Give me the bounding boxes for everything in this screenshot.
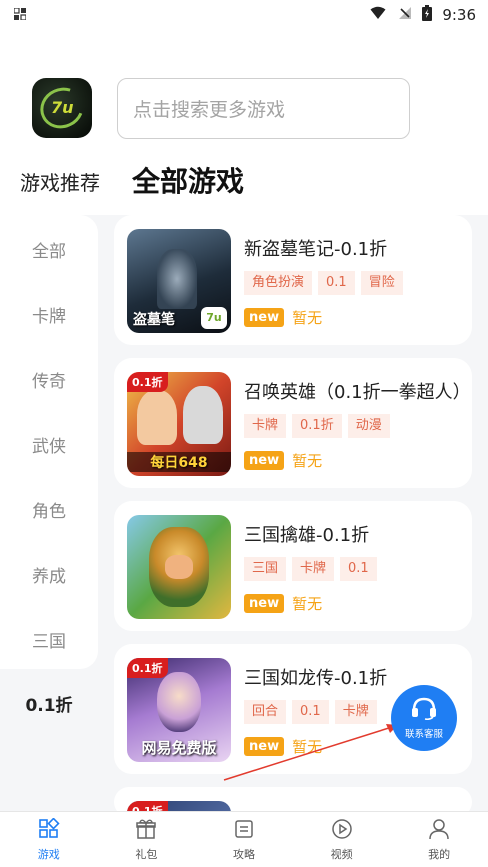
category-item-all[interactable]: 全部 [0,237,98,262]
thumb-title: 网易免费版 [141,739,217,757]
nav-label: 游戏 [37,847,60,861]
category-item-discount[interactable]: 0.1折 [0,691,98,716]
search-placeholder: 点击搜索更多游戏 [133,99,286,121]
status-text: 暂无 [292,595,323,613]
tag: 卡牌 [244,414,287,438]
nav-label: 我的 [428,847,451,861]
notification-icon [13,6,27,23]
tag: 冒险 [360,271,403,295]
tag: 角色扮演 [244,271,313,295]
video-icon [331,818,353,843]
tag: 动漫 [347,414,390,438]
game-title: 三国擒雄-0.1折 [244,525,370,546]
tag: 卡牌 [292,557,335,581]
tab-game-recommend[interactable]: 游戏推荐 [20,167,100,196]
nav-item-videos[interactable]: 视频 [293,812,391,867]
game-card[interactable]: 三国擒雄-0.1折 三国 卡牌 0.1 new 暂无 [114,501,472,631]
category-item-three-kingdoms[interactable]: 三国 [0,627,98,652]
gift-icon [135,818,157,843]
status-row: new 暂无 [244,593,322,614]
category-item-card[interactable]: 卡牌 [0,302,98,327]
discount-badge: 0.1折 [127,372,168,392]
status-text: 暂无 [292,309,323,327]
nav-label: 礼包 [135,847,158,861]
customer-service-label: 联系客服 [404,729,443,740]
category-sidebar: 全部 卡牌 传奇 武侠 角色 养成 三国 [0,215,98,669]
thumb-title: 每日648 [127,452,231,472]
game-title: 三国如龙传-0.1折 [244,668,388,689]
nav-item-games[interactable]: 游戏 [0,812,98,867]
customer-service-button[interactable]: 联系客服 [391,685,457,751]
games-icon [38,816,60,843]
no-signal-icon [396,6,412,24]
nav-label: 视频 [330,847,353,861]
nav-item-guides[interactable]: 攻略 [195,812,293,867]
tag-list: 卡牌 0.1折 动漫 [244,414,390,438]
tag-list: 三国 卡牌 0.1 [244,557,377,581]
app-logo: 7u [32,78,92,138]
search-input[interactable]: 点击搜索更多游戏 [117,78,410,139]
discount-badge: 0.1折 [127,658,168,678]
game-card[interactable]: 0.1折 每日648 召唤英雄（0.1折一拳超人） 卡牌 0.1折 动漫 new… [114,358,472,488]
bottom-nav: 游戏 礼包 攻略 视频 我的 [0,811,488,867]
category-item-rpg[interactable]: 角色 [0,497,98,522]
new-badge: new [244,308,285,327]
tag: 0.1 [318,271,355,295]
clock-time: 9:36 [442,6,476,24]
tag-list: 角色扮演 0.1 冒险 [244,271,403,295]
tab-all-games[interactable]: 全部游戏 [132,160,244,200]
headset-icon [410,696,438,724]
status-bar: 9:36 [0,0,488,30]
profile-icon [428,818,450,843]
wifi-icon [370,6,386,24]
game-title: 召唤英雄（0.1折一拳超人） [244,382,471,403]
tag: 0.1 [340,557,377,581]
game-card[interactable]: 盗墓笔 7u 新盗墓笔记-0.1折 角色扮演 0.1 冒险 new 暂无 [114,215,472,345]
guide-icon [233,818,255,843]
nav-item-profile[interactable]: 我的 [390,812,488,867]
game-thumbnail: 盗墓笔 7u [127,229,231,333]
new-badge: new [244,594,285,613]
battery-icon [422,5,433,25]
status-text: 暂无 [292,452,323,470]
nav-item-gifts[interactable]: 礼包 [98,812,196,867]
category-item-raising[interactable]: 养成 [0,562,98,587]
tag: 0.1折 [292,414,342,438]
category-item-legend[interactable]: 传奇 [0,367,98,392]
game-title: 新盗墓笔记-0.1折 [244,239,388,260]
new-badge: new [244,451,285,470]
brand-watermark: 7u [201,307,227,329]
tag: 三国 [244,557,287,581]
category-item-wuxia[interactable]: 武侠 [0,432,98,457]
game-thumbnail: 0.1折 网易免费版 [127,658,231,762]
annotation-arrow [223,724,398,781]
nav-label: 攻略 [232,847,255,861]
game-thumbnail: 0.1折 每日648 [127,372,231,476]
game-thumbnail [127,515,231,619]
status-row: new 暂无 [244,307,322,328]
status-row: new 暂无 [244,450,322,471]
